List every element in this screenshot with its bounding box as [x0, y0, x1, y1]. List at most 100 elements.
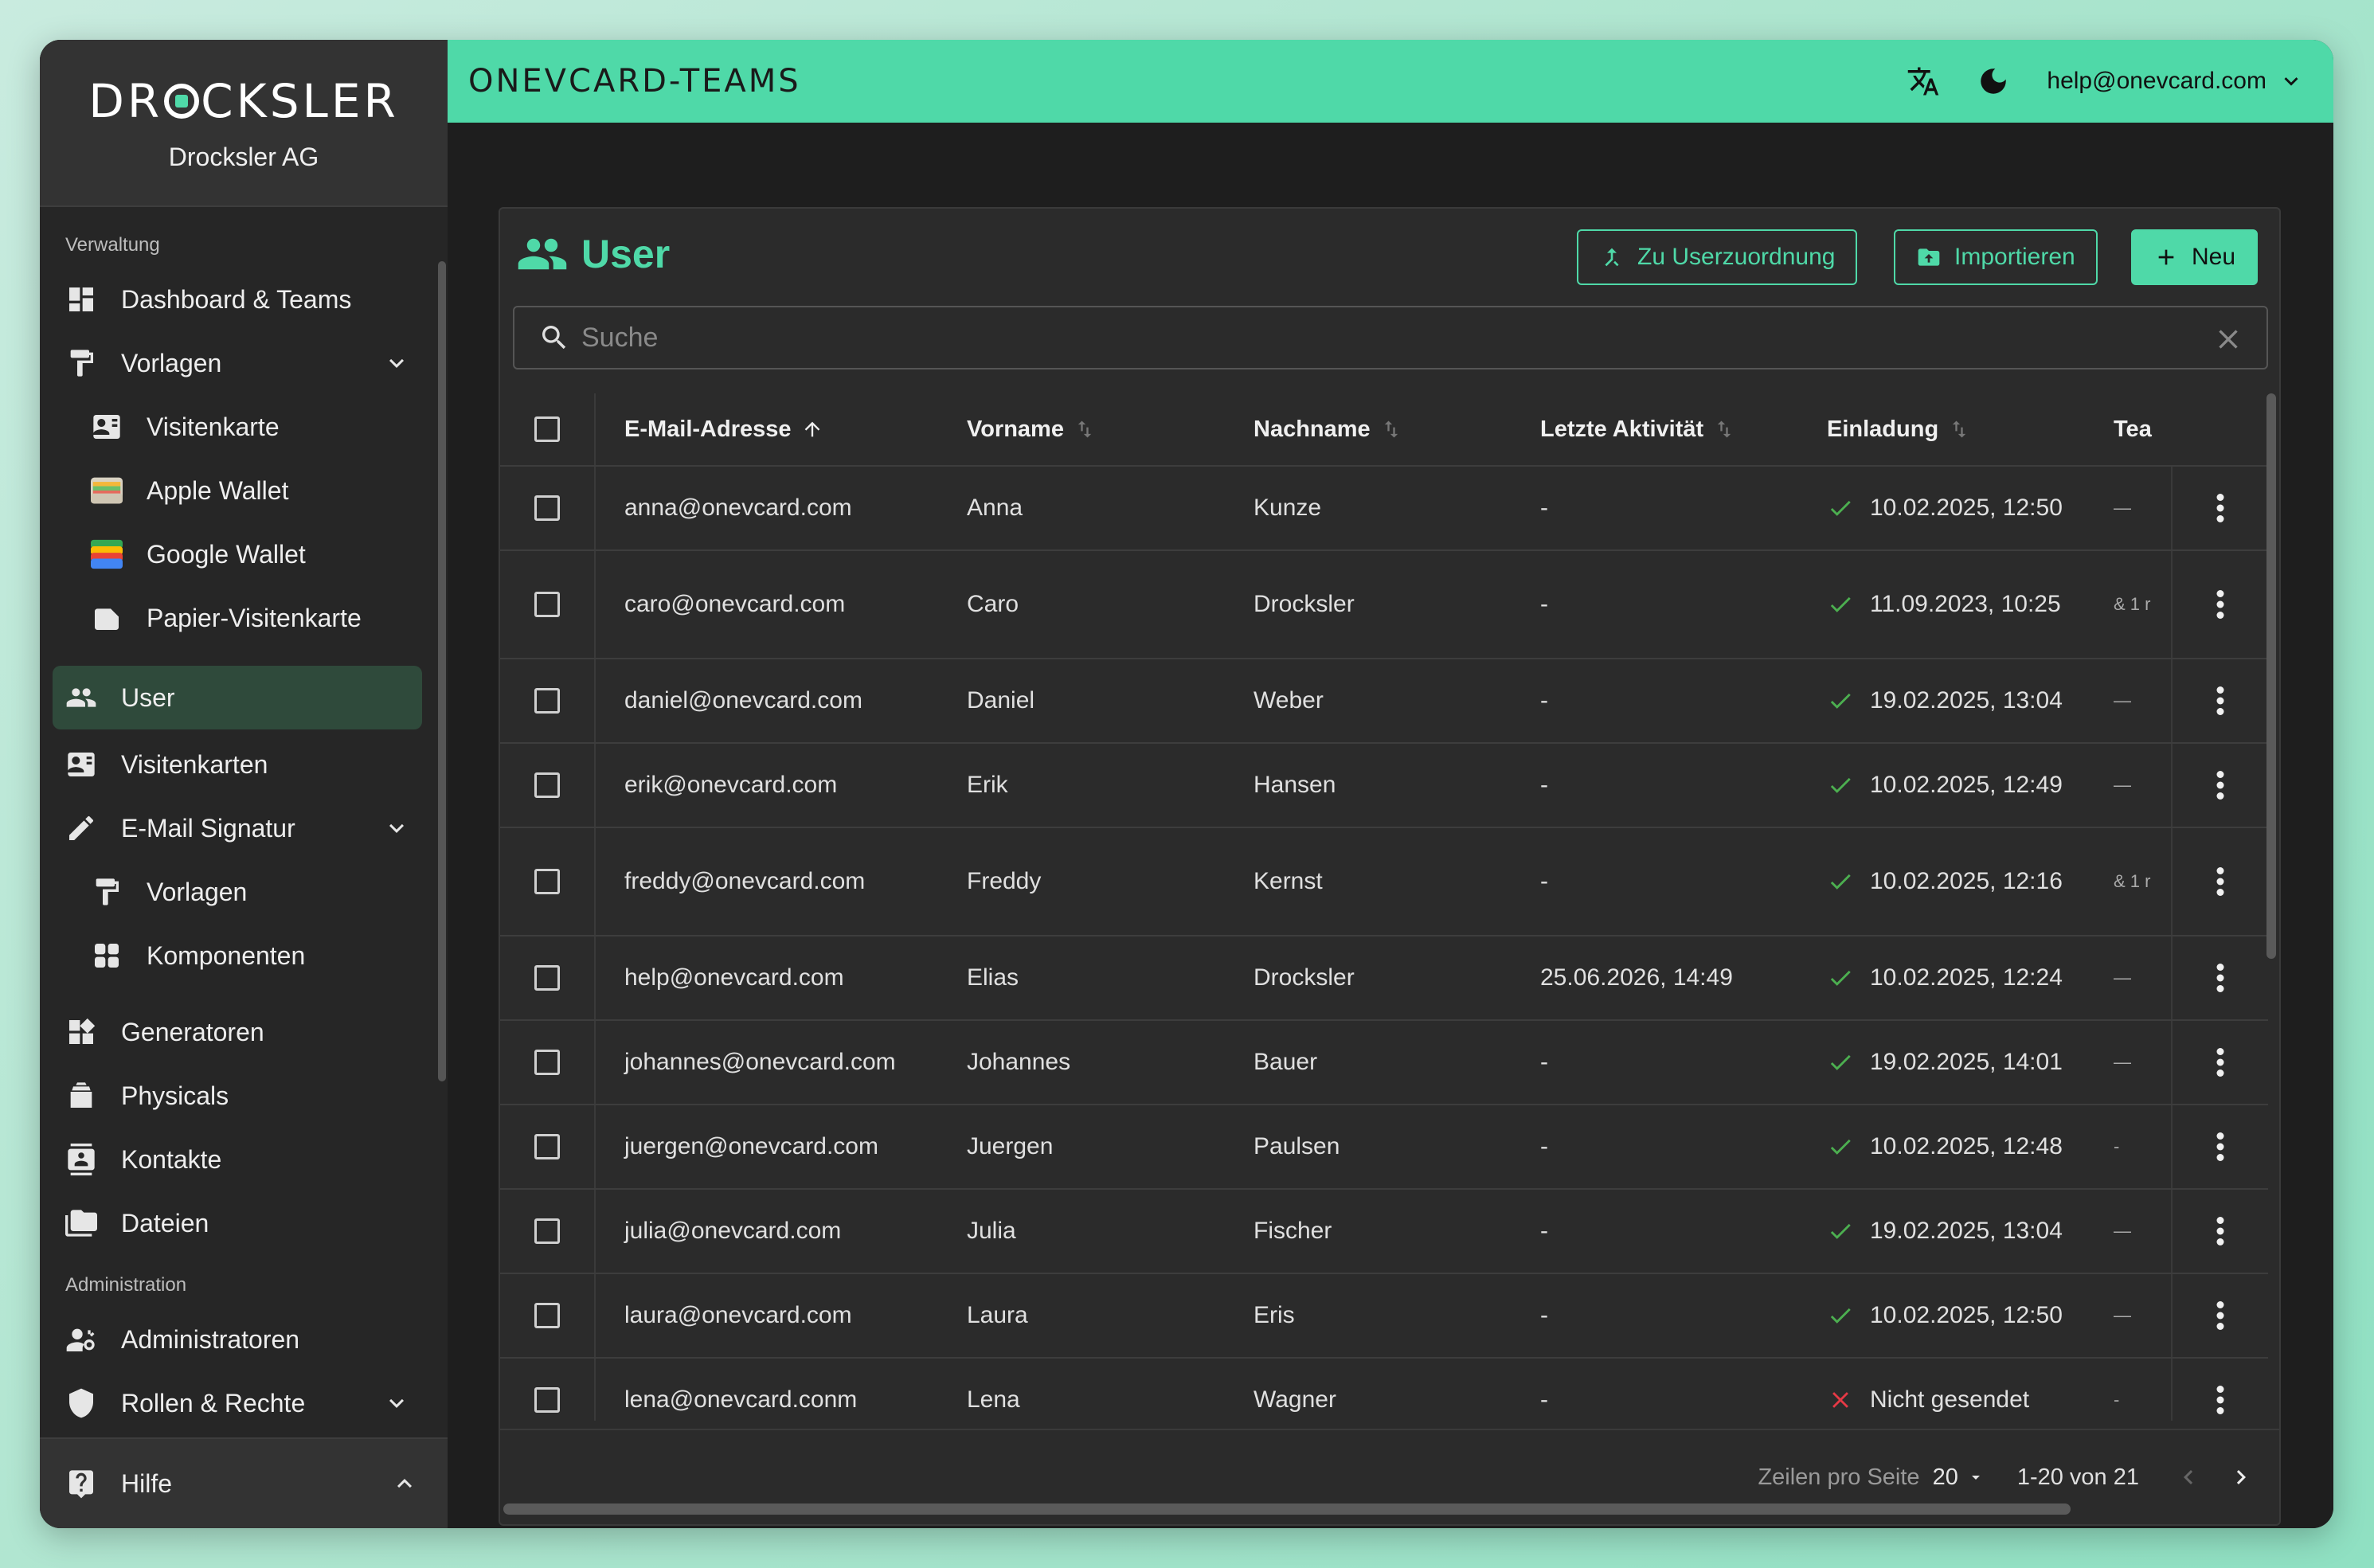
cell-last-activity: -: [1540, 495, 1548, 521]
close-icon[interactable]: [2212, 323, 2244, 355]
row-checkbox[interactable]: [534, 1050, 560, 1075]
import-button[interactable]: Importieren: [1894, 229, 2098, 285]
pagination-range: 1-20 von 21: [2016, 1464, 2139, 1490]
sidebar-item-physicals[interactable]: Physicals: [40, 1064, 435, 1128]
column-last-activity[interactable]: Letzte Aktivität: [1540, 416, 1827, 443]
sidebar-item-dateien[interactable]: Dateien: [40, 1191, 435, 1255]
chevron-down-icon[interactable]: [382, 814, 411, 843]
cell-invitation: 10.02.2025, 12:49: [1827, 772, 2114, 799]
sidebar-item-administratoren[interactable]: Administratoren: [40, 1308, 435, 1371]
dark-mode-icon[interactable]: [1977, 65, 2010, 98]
search-input[interactable]: [580, 321, 2136, 354]
more-vert-icon[interactable]: [2216, 771, 2225, 800]
brand-logo: DR CKSLER: [88, 74, 399, 128]
more-vert-icon[interactable]: [2216, 1132, 2225, 1161]
chevron-right-icon[interactable]: [2227, 1463, 2255, 1492]
row-checkbox[interactable]: [534, 688, 560, 714]
help-bar[interactable]: Hilfe: [40, 1437, 448, 1528]
invitation-text: 10.02.2025, 12:50: [1870, 1302, 2063, 1328]
column-first-name[interactable]: Vorname: [967, 416, 1253, 443]
row-checkbox[interactable]: [534, 772, 560, 798]
row-select-cell: [500, 744, 596, 827]
chevron-down-icon[interactable]: [382, 1389, 411, 1417]
translate-icon[interactable]: [1907, 65, 1940, 98]
top-bar-actions: help@onevcard.com: [1870, 40, 2305, 123]
cell-last-name: Weber: [1253, 687, 1324, 714]
table-row[interactable]: erik@onevcard.com Erik Hansen - 10.02.2025, …: [500, 744, 2268, 828]
check-icon: [1830, 1054, 1851, 1070]
more-vert-icon[interactable]: [2216, 964, 2225, 992]
row-checkbox[interactable]: [534, 1218, 560, 1244]
sidebar-item-google-wallet[interactable]: Google Wallet: [40, 522, 435, 586]
users-icon: [65, 682, 97, 714]
table-row[interactable]: lena@onevcard.conm Lena Wagner - Nicht gesen…: [500, 1359, 2268, 1421]
chevron-down-icon[interactable]: [382, 349, 411, 377]
more-vert-icon[interactable]: [2216, 1048, 2225, 1077]
cell-first-name: Daniel: [967, 687, 1035, 714]
users-icon: [518, 238, 567, 270]
sidebar-item-kontakte[interactable]: Kontakte: [40, 1128, 435, 1191]
table-row[interactable]: daniel@onevcard.com Daniel Weber - 19.02.202…: [500, 659, 2268, 744]
more-vert-icon[interactable]: [2216, 590, 2225, 619]
sidebar: DR CKSLER Drocksler AG Verwaltung Dashboa…: [40, 40, 448, 1528]
column-email[interactable]: E-Mail-Adresse: [596, 416, 967, 443]
cell-last-name: Eris: [1253, 1302, 1295, 1328]
table-row[interactable]: laura@onevcard.com Laura Eris - 10.02.2025, …: [500, 1274, 2268, 1359]
more-vert-icon[interactable]: [2216, 867, 2225, 896]
user-menu-email[interactable]: help@onevcard.com: [2047, 68, 2266, 95]
row-checkbox[interactable]: [534, 1303, 560, 1328]
sidebar-item-email-signatur[interactable]: E-Mail Signatur: [40, 796, 435, 860]
cell-email: juergen@onevcard.com: [624, 1133, 878, 1159]
table-row[interactable]: help@onevcard.com Elias Drocksler 25.06.202…: [500, 936, 2268, 1021]
row-checkbox[interactable]: [534, 495, 560, 521]
row-select-cell: [500, 828, 596, 935]
table-vertical-scrollbar[interactable]: [2266, 393, 2276, 959]
column-label: Tea: [2114, 416, 2152, 442]
table-row[interactable]: anna@onevcard.com Anna Kunze - 10.02.2025, 1…: [500, 467, 2268, 551]
table-row[interactable]: julia@onevcard.com Julia Fischer - 19.02.202…: [500, 1190, 2268, 1274]
more-vert-icon[interactable]: [2216, 1386, 2225, 1414]
sidebar-item-sig-vorlagen[interactable]: Vorlagen: [40, 860, 435, 924]
column-teams[interactable]: Tea: [2114, 416, 2161, 443]
chevron-left-icon[interactable]: [2174, 1463, 2203, 1492]
row-checkbox[interactable]: [534, 592, 560, 617]
more-vert-icon[interactable]: [2216, 686, 2225, 715]
search-field[interactable]: [513, 306, 2268, 370]
table-row[interactable]: freddy@onevcard.com Freddy Kernst - 10.02.20…: [500, 828, 2268, 936]
sidebar-item-papier[interactable]: Papier-Visitenkarte: [40, 586, 435, 650]
column-last-name[interactable]: Nachname: [1253, 416, 1540, 443]
row-actions-cell: [2171, 1190, 2268, 1273]
sidebar-item-user[interactable]: User: [53, 666, 422, 729]
row-actions-cell: [2171, 1359, 2268, 1421]
row-checkbox[interactable]: [534, 965, 560, 991]
logo-text-left: DR: [88, 73, 163, 128]
userzuordnung-button[interactable]: Zu Userzuordnung: [1577, 229, 1858, 285]
more-vert-icon[interactable]: [2216, 1217, 2225, 1245]
column-invitation[interactable]: Einladung: [1827, 416, 2114, 443]
row-checkbox[interactable]: [534, 1387, 560, 1413]
cell-email: lena@onevcard.conm: [624, 1386, 858, 1413]
sidebar-item-rollen[interactable]: Rollen & Rechte: [40, 1371, 435, 1435]
sidebar-item-visitenkarten[interactable]: Visitenkarten: [40, 733, 435, 796]
new-user-button[interactable]: Neu: [2131, 229, 2259, 285]
table-row[interactable]: caro@onevcard.com Caro Drocksler - 11.09.202…: [500, 551, 2268, 659]
cell-first-name: Elias: [967, 964, 1019, 991]
table-row[interactable]: juergen@onevcard.com Juergen Paulsen - 10.02…: [500, 1105, 2268, 1190]
more-vert-icon[interactable]: [2216, 1301, 2225, 1330]
sidebar-item-generatoren[interactable]: Generatoren: [40, 1000, 435, 1064]
sidebar-item-visitenkarte[interactable]: Visitenkarte: [40, 395, 435, 459]
rows-per-page-select[interactable]: 20: [1933, 1464, 1985, 1491]
more-vert-icon[interactable]: [2216, 494, 2225, 522]
select-all-checkbox[interactable]: [534, 416, 560, 442]
sidebar-item-dashboard[interactable]: Dashboard & Teams: [40, 268, 435, 331]
row-checkbox[interactable]: [534, 869, 560, 894]
sidebar-item-komponenten[interactable]: Komponenten: [40, 924, 435, 987]
cell-invitation: 19.02.2025, 13:04: [1827, 1218, 2114, 1245]
chevron-down-icon[interactable]: [2278, 68, 2305, 95]
sidebar-scrollbar[interactable]: [438, 261, 446, 1081]
table-row[interactable]: johannes@onevcard.com Johannes Bauer - 19.02…: [500, 1021, 2268, 1105]
chevron-up-icon[interactable]: [390, 1469, 419, 1498]
sidebar-item-vorlagen[interactable]: Vorlagen: [40, 331, 435, 395]
sidebar-item-apple-wallet[interactable]: Apple Wallet: [40, 459, 435, 522]
row-checkbox[interactable]: [534, 1134, 560, 1159]
